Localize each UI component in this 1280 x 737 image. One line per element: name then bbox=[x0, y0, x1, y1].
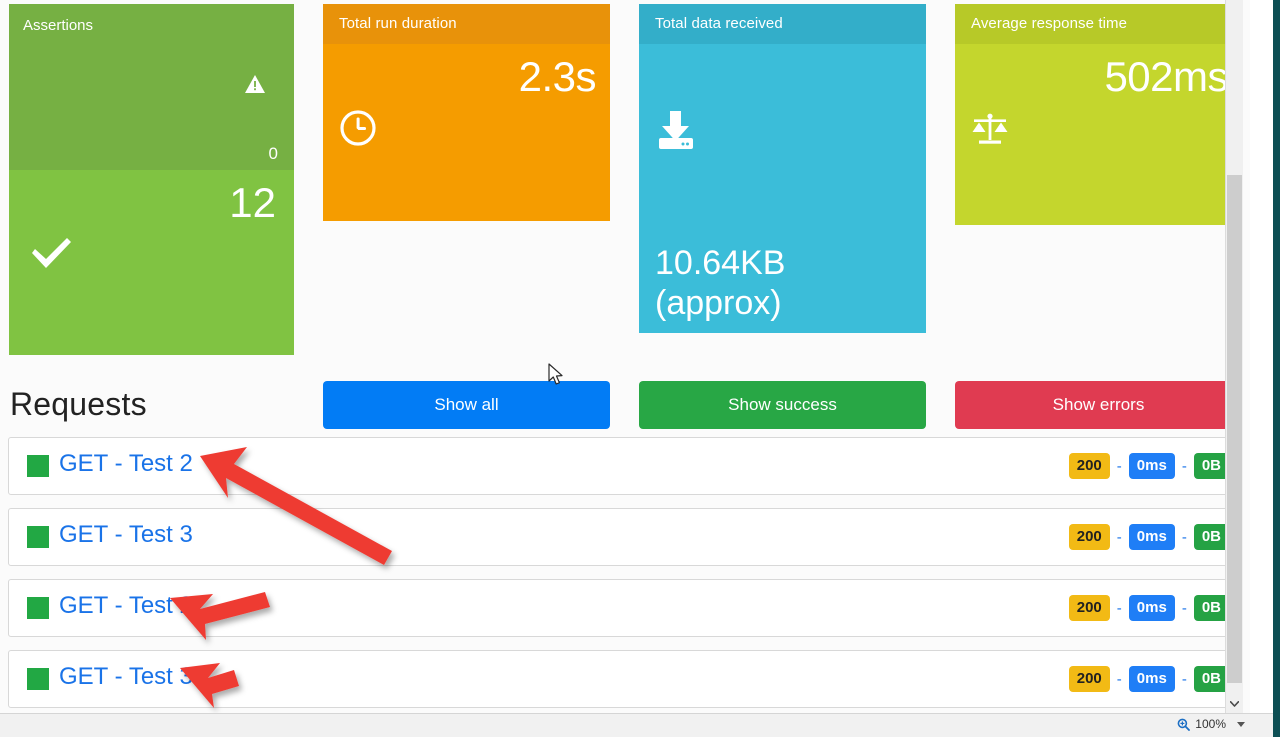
mouse-cursor bbox=[548, 363, 563, 385]
clock-icon bbox=[339, 109, 377, 152]
card-response-body: 502ms bbox=[955, 44, 1242, 225]
scrollbar-thumb[interactable] bbox=[1227, 175, 1242, 683]
assertions-passed-count: 12 bbox=[229, 179, 276, 226]
request-method: GET bbox=[59, 592, 108, 619]
request-badges: 200 - 0ms - 0B bbox=[1068, 595, 1229, 621]
zoom-indicator[interactable]: 100% bbox=[1177, 717, 1245, 731]
zoom-magnifier-icon bbox=[1177, 718, 1191, 731]
card-assertions: Assertions 0 12 bbox=[9, 4, 294, 355]
download-icon bbox=[655, 109, 697, 156]
request-label: GET - Test 2 bbox=[59, 592, 193, 620]
page-viewport: Assertions 0 12 Total run duration 2.3s … bbox=[0, 0, 1250, 713]
requests-list: GET - Test 2 200 - 0ms - 0B GET - Test 3… bbox=[8, 437, 1242, 713]
request-separator: - bbox=[114, 663, 123, 690]
request-badges: 200 - 0ms - 0B bbox=[1068, 666, 1229, 692]
status-badge: 200 bbox=[1068, 666, 1110, 692]
request-name: Test 2 bbox=[128, 450, 193, 477]
size-badge: 0B bbox=[1193, 524, 1229, 550]
status-swatch-icon bbox=[27, 597, 49, 619]
time-badge: 0ms bbox=[1128, 524, 1175, 550]
time-badge: 0ms bbox=[1128, 666, 1175, 692]
table-row[interactable]: GET - Test 3 200 - 0ms - 0B bbox=[8, 650, 1242, 708]
status-badge: 200 bbox=[1068, 453, 1110, 479]
request-label: GET - Test 2 bbox=[59, 450, 193, 478]
response-time-value: 502ms bbox=[1104, 53, 1228, 100]
card-assertions-title: Assertions bbox=[23, 17, 94, 34]
table-row[interactable]: GET - Test 2 200 - 0ms - 0B bbox=[8, 437, 1242, 495]
requests-heading: Requests bbox=[10, 386, 147, 422]
data-received-amount: 10.64KB bbox=[655, 243, 786, 282]
status-swatch-icon bbox=[27, 455, 49, 477]
time-badge: 0ms bbox=[1128, 453, 1175, 479]
request-badges: 200 - 0ms - 0B bbox=[1068, 453, 1229, 479]
request-method: GET bbox=[59, 521, 108, 548]
size-badge: 0B bbox=[1193, 595, 1229, 621]
request-badges: 200 - 0ms - 0B bbox=[1068, 524, 1229, 550]
duration-value: 2.3s bbox=[518, 53, 597, 100]
table-row[interactable]: GET - Test 2 200 - 0ms - 0B bbox=[8, 579, 1242, 637]
request-separator: - bbox=[114, 521, 123, 548]
request-label: GET - Test 3 bbox=[59, 521, 193, 549]
show-success-button[interactable]: Show success bbox=[639, 381, 926, 429]
status-badge: 200 bbox=[1068, 524, 1110, 550]
window-right-edge bbox=[1273, 0, 1280, 737]
vertical-scrollbar[interactable] bbox=[1225, 0, 1243, 713]
status-badge: 200 bbox=[1068, 595, 1110, 621]
badge-separator: - bbox=[1116, 457, 1122, 475]
time-badge: 0ms bbox=[1128, 595, 1175, 621]
badge-separator: - bbox=[1116, 599, 1122, 617]
summary-cards: Assertions 0 12 Total run duration 2.3s … bbox=[0, 0, 1250, 360]
card-response-title: Average response time bbox=[955, 4, 1242, 44]
status-swatch-icon bbox=[27, 668, 49, 690]
card-total-data-received: Total data received 10.64KB (approx) bbox=[639, 4, 926, 333]
request-separator: - bbox=[114, 450, 123, 477]
show-errors-button[interactable]: Show errors bbox=[955, 381, 1242, 429]
badge-separator: - bbox=[1116, 670, 1122, 688]
scales-icon bbox=[970, 112, 1010, 151]
assertions-failed-count: 0 bbox=[268, 144, 278, 163]
request-separator: - bbox=[114, 592, 123, 619]
request-name: Test 3 bbox=[128, 663, 193, 690]
warning-triangle-icon bbox=[244, 74, 266, 99]
card-average-response-time: Average response time 502ms bbox=[955, 4, 1242, 225]
request-name: Test 3 bbox=[128, 521, 193, 548]
request-method: GET bbox=[59, 663, 108, 690]
badge-separator: - bbox=[1116, 528, 1122, 546]
card-duration-title: Total run duration bbox=[323, 4, 610, 44]
card-data-body: 10.64KB (approx) bbox=[639, 44, 926, 333]
browser-status-bar: 100% bbox=[0, 713, 1273, 737]
card-duration-body: 2.3s bbox=[323, 44, 610, 221]
chevron-down-icon[interactable] bbox=[1237, 721, 1245, 727]
size-badge: 0B bbox=[1193, 666, 1229, 692]
scrollbar-down-arrow-icon[interactable] bbox=[1226, 695, 1243, 713]
table-row[interactable]: GET - Test 3 200 - 0ms - 0B bbox=[8, 508, 1242, 566]
request-method: GET bbox=[59, 450, 108, 477]
zoom-level-label: 100% bbox=[1195, 717, 1226, 731]
data-received-note: (approx) bbox=[655, 283, 782, 322]
request-name: Test 2 bbox=[128, 592, 193, 619]
card-data-title: Total data received bbox=[639, 4, 926, 44]
badge-separator: - bbox=[1181, 670, 1187, 688]
status-swatch-icon bbox=[27, 526, 49, 548]
data-received-value: 10.64KB (approx) bbox=[655, 243, 785, 323]
show-all-button[interactable]: Show all bbox=[323, 381, 610, 429]
check-icon bbox=[29, 236, 73, 277]
badge-separator: - bbox=[1181, 599, 1187, 617]
request-label: GET - Test 3 bbox=[59, 663, 193, 691]
size-badge: 0B bbox=[1193, 453, 1229, 479]
badge-separator: - bbox=[1181, 457, 1187, 475]
badge-separator: - bbox=[1181, 528, 1187, 546]
card-total-run-duration: Total run duration 2.3s bbox=[323, 4, 610, 221]
